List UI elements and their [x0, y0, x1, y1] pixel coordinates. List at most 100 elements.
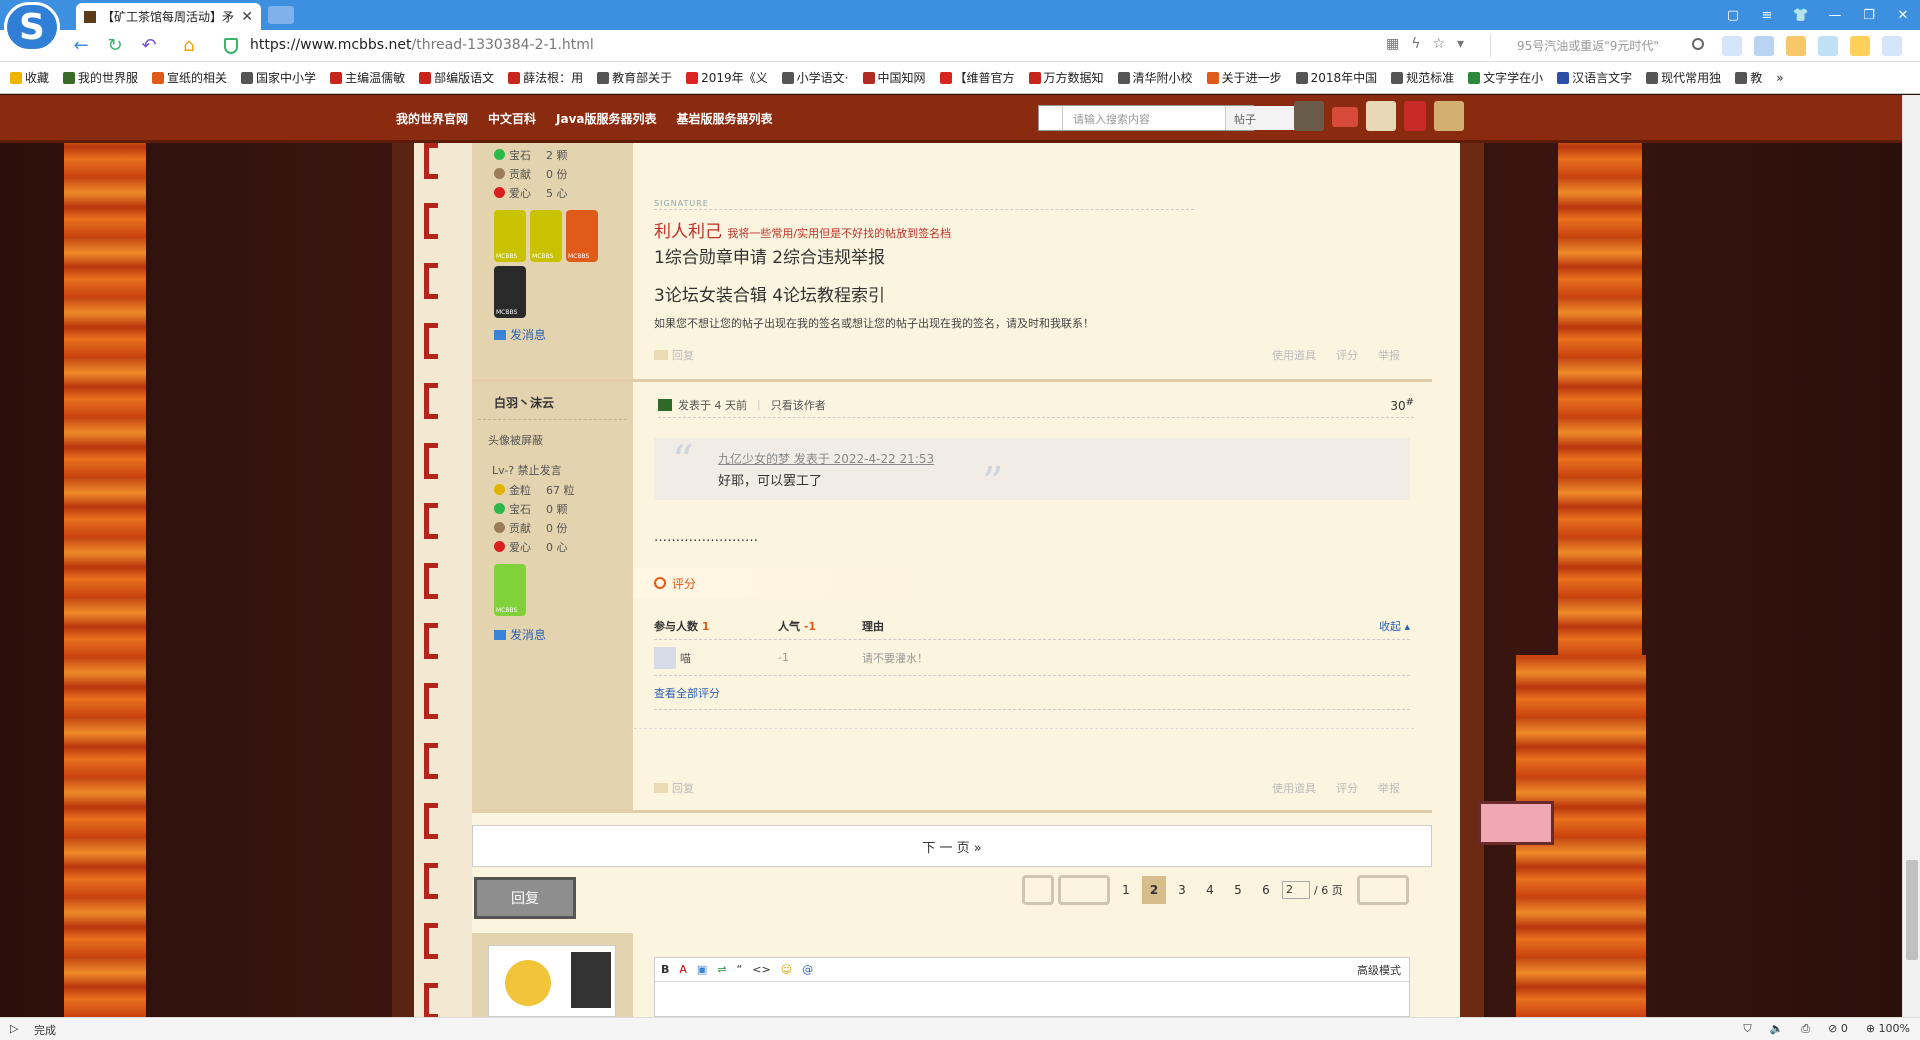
- reply-textarea[interactable]: [655, 982, 1409, 1017]
- site-search-input[interactable]: 请输入搜索内容: [1073, 111, 1150, 127]
- zoom-level[interactable]: ⊕ 100%: [1866, 1022, 1910, 1036]
- medal-pig-icon[interactable]: [494, 564, 526, 616]
- next-page-bar[interactable]: 下 一 页 »: [472, 825, 1432, 867]
- medal-ore-icon[interactable]: [494, 266, 526, 318]
- signature-note[interactable]: 我将一些常用/实用但是不好找的帖放到签名档: [727, 227, 951, 240]
- page-link[interactable]: 3: [1170, 876, 1194, 904]
- rate-link[interactable]: 评分: [1336, 347, 1358, 363]
- bookmark-item[interactable]: 2019年《义: [686, 69, 768, 86]
- minimize-icon[interactable]: —: [1818, 0, 1852, 30]
- report-link[interactable]: 举报: [1378, 347, 1400, 363]
- undo-icon[interactable]: ↶: [138, 36, 160, 56]
- send-message-link[interactable]: 发消息: [472, 326, 633, 343]
- rate-link[interactable]: 评分: [1336, 780, 1358, 796]
- nav-link-bedrock-servers[interactable]: 基岩版服务器列表: [677, 110, 773, 127]
- medal-sapling-icon[interactable]: [566, 210, 598, 262]
- search-scope-select[interactable]: 帖子: [1225, 106, 1295, 130]
- next-page-icon[interactable]: [1356, 875, 1409, 905]
- sidebar-toggle-icon[interactable]: ▢: [1716, 0, 1750, 30]
- quote-icon[interactable]: “: [737, 963, 743, 976]
- nav-link-java-servers[interactable]: Java版服务器列表: [556, 110, 656, 127]
- page-jump-input[interactable]: 2: [1282, 881, 1310, 899]
- rating-collapse-link[interactable]: 收起 ▴: [1379, 618, 1410, 634]
- emoji-icon[interactable]: [1850, 36, 1870, 56]
- search-icon[interactable]: [1692, 38, 1704, 50]
- signature-line-2[interactable]: 3论坛女装合辑 4论坛教程索引: [654, 281, 885, 306]
- bold-icon[interactable]: B: [661, 963, 669, 976]
- link-icon[interactable]: ⇌: [717, 963, 726, 976]
- report-link[interactable]: 举报: [1378, 780, 1400, 796]
- shield-icon[interactable]: ⛉: [1743, 1022, 1751, 1036]
- star-icon[interactable]: ☆: [1432, 36, 1445, 52]
- use-item-link[interactable]: 使用道具: [1272, 347, 1316, 363]
- translate-icon[interactable]: [1818, 36, 1838, 56]
- crafting-table-icon[interactable]: [1366, 101, 1396, 131]
- bookmark-item[interactable]: 关于进一步: [1206, 69, 1282, 86]
- pig-icon[interactable]: [1478, 801, 1554, 845]
- use-item-link[interactable]: 使用道具: [1272, 780, 1316, 796]
- bookmark-item[interactable]: 汉语言文字: [1557, 69, 1632, 86]
- medal-pickaxe-icon[interactable]: [494, 210, 526, 262]
- security-shield-icon[interactable]: [224, 38, 238, 54]
- key-icon[interactable]: [1786, 36, 1806, 56]
- advanced-mode-link[interactable]: 高级模式: [1357, 962, 1401, 978]
- restore-icon[interactable]: ❐: [1852, 0, 1886, 30]
- dropdown-icon[interactable]: ▾: [1457, 36, 1464, 52]
- image-icon[interactable]: ▣: [697, 963, 707, 976]
- bookmark-item[interactable]: 【维普官方: [939, 69, 1015, 86]
- reply-link[interactable]: 回复: [654, 780, 694, 796]
- reply-button[interactable]: 回复: [474, 877, 576, 919]
- mention-icon[interactable]: @: [802, 963, 813, 976]
- first-page-icon[interactable]: [1022, 875, 1054, 905]
- reply-link[interactable]: 回复: [654, 347, 694, 363]
- medal-pickaxe-icon[interactable]: [530, 210, 562, 262]
- skin-icon[interactable]: 👕: [1784, 0, 1818, 30]
- bookmark-item[interactable]: 我的世界服: [63, 69, 138, 86]
- status-toggle-icon[interactable]: ▷: [10, 1022, 18, 1035]
- font-color-icon[interactable]: A: [679, 963, 687, 976]
- home-icon[interactable]: ⌂: [178, 36, 200, 56]
- back-icon[interactable]: ←: [70, 36, 92, 56]
- bookmark-item[interactable]: 2018年中国: [1295, 69, 1377, 86]
- avatar[interactable]: [488, 945, 616, 1017]
- download-icon[interactable]: [1882, 36, 1902, 56]
- screenshot-icon[interactable]: ⎙: [1801, 1022, 1810, 1036]
- bookmark-item[interactable]: 小学语文·: [781, 69, 849, 86]
- page-link[interactable]: 6: [1254, 876, 1278, 904]
- bookmark-item[interactable]: 部编版语文: [419, 69, 494, 86]
- page-link-current[interactable]: 2: [1142, 876, 1166, 904]
- page-link[interactable]: 4: [1198, 876, 1222, 904]
- new-tab-button[interactable]: [268, 6, 294, 24]
- rating-user[interactable]: 喵: [654, 646, 778, 669]
- bookmark-item[interactable]: 清华附小校: [1117, 69, 1193, 86]
- bookmark-item[interactable]: 中国知网: [862, 69, 926, 86]
- url-field[interactable]: https://www.mcbbs.net/thread-1330384-2-1…: [250, 37, 594, 53]
- user-level[interactable]: Lv-? 禁止发言: [472, 448, 633, 480]
- post-author[interactable]: 白羽丶沫云: [478, 382, 627, 420]
- browser-tab[interactable]: 【矿工茶馆每周活动】矛 ✕: [76, 3, 261, 30]
- bookmark-item[interactable]: 收藏: [10, 69, 49, 86]
- bookmark-item[interactable]: 规范标准: [1391, 69, 1454, 86]
- prev-page-icon[interactable]: [1058, 875, 1110, 905]
- page-link[interactable]: 1: [1114, 876, 1138, 904]
- scrollbar-thumb[interactable]: [1906, 860, 1918, 960]
- emoji-icon[interactable]: ☺: [781, 963, 792, 976]
- only-author-link[interactable]: 只看该作者: [771, 397, 826, 413]
- ad-block-counter[interactable]: ⊘ 0: [1828, 1022, 1848, 1036]
- quote-meta[interactable]: 九亿少女的梦 发表于 2022-4-22 21:53: [718, 450, 934, 467]
- bookmark-item[interactable]: 文字学在小: [1468, 69, 1543, 86]
- user-avatar-icon[interactable]: [1294, 101, 1324, 131]
- code-icon[interactable]: <>: [752, 963, 770, 976]
- bookmark-item[interactable]: 教: [1735, 69, 1762, 86]
- signature-line-1[interactable]: 1综合勋章申请 2综合违规举报: [654, 243, 885, 268]
- send-message-link[interactable]: 发消息: [472, 626, 633, 643]
- view-all-ratings-link[interactable]: 查看全部评分: [654, 676, 1410, 710]
- signature-title[interactable]: 利人利己: [654, 222, 722, 242]
- close-tab-icon[interactable]: ✕: [241, 9, 253, 25]
- page-scrollbar[interactable]: [1902, 95, 1920, 1017]
- search-icon[interactable]: [1039, 106, 1063, 130]
- bookmark-item[interactable]: 教育部关于: [597, 69, 672, 86]
- close-window-icon[interactable]: ✕: [1886, 0, 1920, 30]
- refresh-icon[interactable]: ↻: [104, 36, 126, 56]
- bookmarks-overflow-icon[interactable]: »: [1776, 71, 1783, 85]
